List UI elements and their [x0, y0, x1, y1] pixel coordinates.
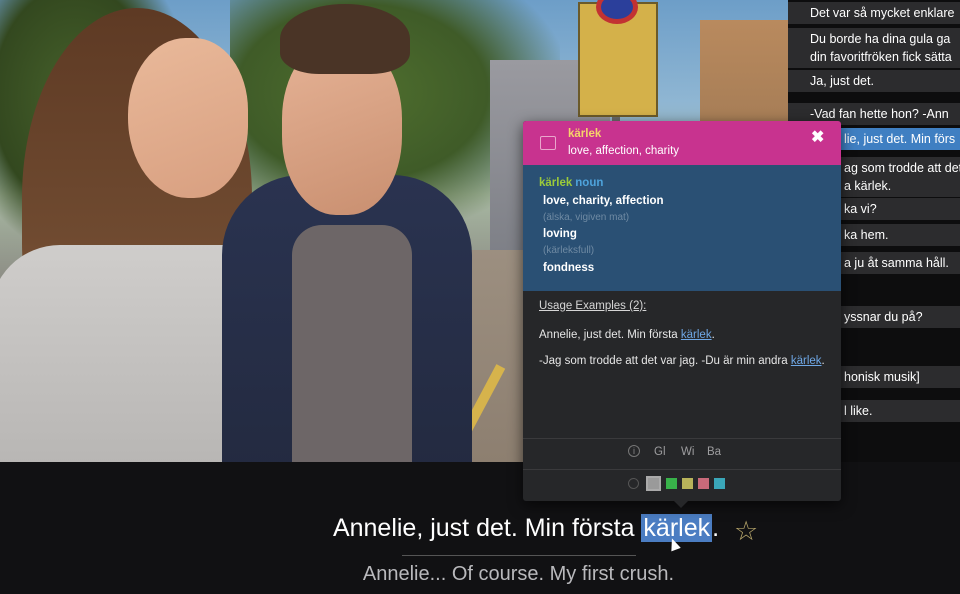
boy-shirt — [292, 225, 412, 462]
transcript-line[interactable]: din favoritfröken fick sätta — [788, 46, 960, 68]
headword: kärlek — [539, 177, 573, 189]
dict-link-ba[interactable]: Ba — [707, 446, 721, 458]
subtitle-text-after: . — [712, 514, 720, 542]
usage-1-link[interactable]: kärlek — [681, 329, 712, 341]
girl-face — [128, 38, 248, 198]
transcript-line[interactable]: Du borde ha dina gula ga — [788, 28, 960, 46]
subtitle-line[interactable]: Annelie, just det. Min första kärlek. — [0, 514, 960, 543]
popup-word: kärlek — [568, 128, 602, 140]
divider — [523, 438, 841, 439]
sense-2: loving — [543, 228, 577, 240]
info-icon[interactable] — [628, 478, 639, 489]
swatch-pink[interactable] — [698, 478, 709, 489]
sense-1: love, charity, affection — [543, 195, 664, 207]
part-of-speech: noun — [575, 177, 604, 189]
swatch-yellow[interactable] — [682, 478, 693, 489]
sense-3: fondness — [543, 262, 595, 274]
swatch-grey[interactable] — [646, 476, 661, 491]
swatch-green[interactable] — [666, 478, 677, 489]
dict-link-gl[interactable]: Gl — [654, 446, 666, 458]
usage-2-end: . — [821, 355, 825, 367]
sense-2-note: (kärleksfull) — [543, 245, 595, 256]
highlight-color-picker — [523, 474, 841, 494]
usage-2-link[interactable]: kärlek — [791, 355, 822, 367]
close-icon[interactable]: ✖ — [811, 127, 824, 147]
subtitle-underline — [402, 555, 636, 556]
transcript-line[interactable]: Det var så mycket enklare — [788, 2, 960, 24]
dictionary-popup[interactable]: kärlek love, affection, charity ✖ kärlek… — [523, 121, 841, 501]
divider — [523, 469, 841, 470]
definition-heading: kärlek noun — [539, 177, 603, 189]
usage-examples-title[interactable]: Usage Examples (2): — [539, 300, 646, 312]
usage-example-1: Annelie, just det. Min första kärlek. — [539, 327, 829, 343]
subtitle-translation: Annelie... Of course. My first crush. — [362, 563, 675, 585]
usage-1-end: . — [711, 329, 715, 341]
usage-1-text: Annelie, just det. Min första — [539, 329, 681, 341]
info-icon[interactable]: i — [628, 445, 640, 457]
dictionary-links: i Gl Wi Ba — [523, 444, 841, 464]
popup-header: kärlek love, affection, charity ✖ — [523, 121, 841, 165]
sense-1-note: (älska, vigiven mat) — [543, 212, 630, 223]
swatch-teal[interactable] — [714, 478, 725, 489]
popup-short-definition: love, affection, charity — [568, 145, 680, 157]
usage-example-2: -Jag som trodde att det var jag. -Du är … — [539, 353, 829, 369]
boy-hair — [280, 4, 410, 74]
popup-pointer — [673, 500, 689, 508]
dict-link-wi[interactable]: Wi — [681, 446, 694, 458]
definition-section: kärlek noun love, charity, affection (äls… — [523, 165, 841, 291]
subtitle-text-before[interactable]: Annelie, just det. Min första — [333, 514, 641, 542]
book-icon[interactable] — [540, 136, 556, 150]
star-icon[interactable]: ☆ — [734, 516, 758, 547]
usage-2-text: -Jag som trodde att det var jag. -Du är … — [539, 355, 791, 367]
transcript-line[interactable]: Ja, just det. — [788, 70, 960, 92]
